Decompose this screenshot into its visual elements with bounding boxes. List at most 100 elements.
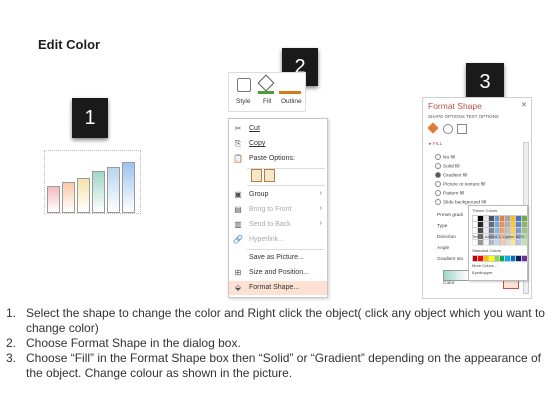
fill-option-label: No fill bbox=[443, 155, 455, 161]
color-swatch[interactable] bbox=[520, 239, 528, 246]
standard-colors-label: Standard Colors bbox=[472, 248, 501, 253]
menu-item-label: Copy bbox=[249, 140, 266, 147]
menu-separator bbox=[247, 249, 325, 250]
bring-to-front-icon: ▤ bbox=[234, 205, 242, 214]
radio-icon[interactable] bbox=[435, 181, 441, 187]
color-label: Color bbox=[443, 281, 455, 286]
page-title: Edit Color bbox=[38, 37, 101, 52]
gradient-stops-bar[interactable] bbox=[443, 270, 469, 281]
outline-color-bar bbox=[279, 91, 301, 94]
chart-bar[interactable] bbox=[77, 178, 90, 213]
instruction-text: Choose Format Shape in the dialog box. bbox=[26, 336, 241, 350]
style-label[interactable]: Style bbox=[236, 98, 250, 105]
menu-item[interactable]: ▤ Bring to Front › bbox=[229, 203, 327, 217]
menu-item[interactable]: ⎘ Copy bbox=[229, 137, 327, 151]
instruction-number: 1. bbox=[6, 306, 17, 320]
copy-icon: ⎘ bbox=[234, 139, 242, 148]
swatch-tooltip: Text 2, Accent 1, Lighter 80% bbox=[472, 234, 524, 239]
fill-option-label: Solid fill bbox=[443, 164, 460, 170]
submenu-arrow-icon: › bbox=[319, 205, 322, 212]
menu-item[interactable]: ✂ Cut bbox=[229, 122, 327, 136]
selected-shape[interactable] bbox=[44, 150, 141, 214]
eyedropper-option[interactable]: Eyedropper bbox=[472, 270, 493, 275]
pane-title: Format Shape bbox=[428, 101, 482, 111]
mini-toolbar: Style Fill Outline bbox=[228, 72, 306, 112]
step-number: 1 bbox=[84, 107, 96, 129]
size-tab-icon[interactable] bbox=[457, 124, 467, 134]
menu-item-label: Cut bbox=[249, 125, 260, 132]
chart-bar[interactable] bbox=[47, 186, 60, 213]
menu-item[interactable]: 📋 Paste Options: bbox=[229, 152, 327, 166]
fill-option-label: Pattern fill bbox=[443, 191, 465, 197]
style-icon[interactable] bbox=[237, 78, 251, 92]
fill-option[interactable]: Solid fill bbox=[435, 163, 460, 169]
field-label: Direction bbox=[437, 235, 456, 240]
fill-option[interactable]: Pattern fill bbox=[435, 190, 464, 196]
size-position-icon: ⊞ bbox=[234, 268, 242, 277]
fill-option-label: Picture or texture fill bbox=[443, 182, 486, 188]
fill-tab-icon[interactable] bbox=[427, 122, 439, 134]
fill-section-header[interactable]: ▸ FILL bbox=[429, 142, 442, 147]
paste-picture-icon[interactable] bbox=[264, 169, 275, 182]
menu-item-label: Hyperlink... bbox=[249, 236, 285, 243]
chart-bar[interactable] bbox=[62, 182, 75, 213]
theme-colors-label: Theme Colors bbox=[472, 208, 498, 213]
pane-tabs[interactable]: SHAPE OPTIONS TEXT OPTIONS bbox=[428, 114, 499, 119]
field-label: Angle bbox=[437, 246, 450, 251]
menu-item[interactable]: ⬙ Format Shape... bbox=[229, 281, 327, 295]
radio-icon[interactable] bbox=[435, 199, 441, 205]
instruction-text: Choose “Fill” in the Format Shape box th… bbox=[26, 351, 541, 380]
send-to-back-icon: ▥ bbox=[234, 220, 242, 229]
menu-item-label: Group bbox=[249, 191, 269, 198]
fill-option[interactable]: Gradient fill bbox=[435, 172, 467, 178]
fill-color-bar bbox=[258, 91, 274, 94]
paste-keep-icon[interactable] bbox=[251, 169, 262, 182]
menu-item[interactable]: Save as Picture... bbox=[229, 251, 327, 265]
hyperlink-icon: 🔗 bbox=[233, 235, 243, 244]
save-picture-icon bbox=[233, 253, 243, 263]
color-swatch[interactable] bbox=[520, 255, 528, 262]
field-label: Gradient sto bbox=[437, 257, 464, 262]
more-colors-option[interactable]: More Colors... bbox=[472, 263, 497, 268]
field-label: Type bbox=[437, 224, 448, 229]
fill-option-label: Gradient fill bbox=[443, 173, 468, 179]
step-badge-1: 1 bbox=[72, 98, 108, 138]
fill-label[interactable]: Fill bbox=[263, 98, 271, 105]
submenu-arrow-icon: › bbox=[319, 220, 322, 227]
cut-icon: ✂ bbox=[234, 124, 242, 133]
menu-item[interactable]: ⊞ Size and Position... bbox=[229, 266, 327, 280]
effects-tab-icon[interactable] bbox=[443, 124, 453, 134]
close-icon[interactable]: ✕ bbox=[521, 101, 527, 109]
menu-item[interactable]: ▥ Send to Back › bbox=[229, 218, 327, 232]
radio-icon[interactable] bbox=[435, 154, 441, 160]
menu-item-label: Bring to Front bbox=[249, 206, 292, 213]
submenu-arrow-icon: › bbox=[319, 190, 322, 197]
instruction-number: 2. bbox=[6, 336, 17, 350]
radio-icon[interactable] bbox=[435, 172, 441, 178]
fill-option[interactable]: Picture or texture fill bbox=[435, 181, 485, 187]
outline-label[interactable]: Outline bbox=[281, 98, 302, 105]
group-icon: ▣ bbox=[234, 190, 242, 199]
radio-icon[interactable] bbox=[435, 190, 441, 196]
chart-bar[interactable] bbox=[107, 167, 120, 213]
format-shape-icon: ⬙ bbox=[234, 283, 242, 292]
menu-item[interactable]: ▣ Group › bbox=[229, 188, 327, 202]
instruction-text: Select the shape to change the color and… bbox=[26, 306, 545, 335]
menu-item[interactable]: 🔗 Hyperlink... bbox=[229, 233, 327, 247]
paste-icon: 📋 bbox=[233, 154, 243, 163]
step-badge-3: 3 bbox=[466, 63, 504, 101]
chart-bar[interactable] bbox=[122, 162, 135, 213]
fill-icon[interactable] bbox=[257, 74, 275, 92]
menu-item-label: Format Shape... bbox=[249, 284, 300, 291]
fill-option[interactable]: No fill bbox=[435, 154, 455, 160]
menu-item-label: Send to Back bbox=[249, 221, 291, 228]
chart-bar[interactable] bbox=[92, 171, 105, 213]
menu-item-label: Size and Position... bbox=[249, 269, 309, 276]
step-number: 3 bbox=[479, 71, 491, 93]
menu-item-label: Paste Options: bbox=[249, 155, 295, 162]
color-palette-popup: Theme Colors Text 2, Accent 1, Lighter 80… bbox=[468, 205, 528, 281]
field-label: Preset gradi bbox=[437, 213, 463, 218]
menu-item-label: Save as Picture... bbox=[249, 254, 304, 261]
radio-icon[interactable] bbox=[435, 163, 441, 169]
context-menu: ✂ Cut ⎘ Copy 📋 Paste Options: ▣ Group › ▤ Bring to… bbox=[228, 118, 328, 298]
